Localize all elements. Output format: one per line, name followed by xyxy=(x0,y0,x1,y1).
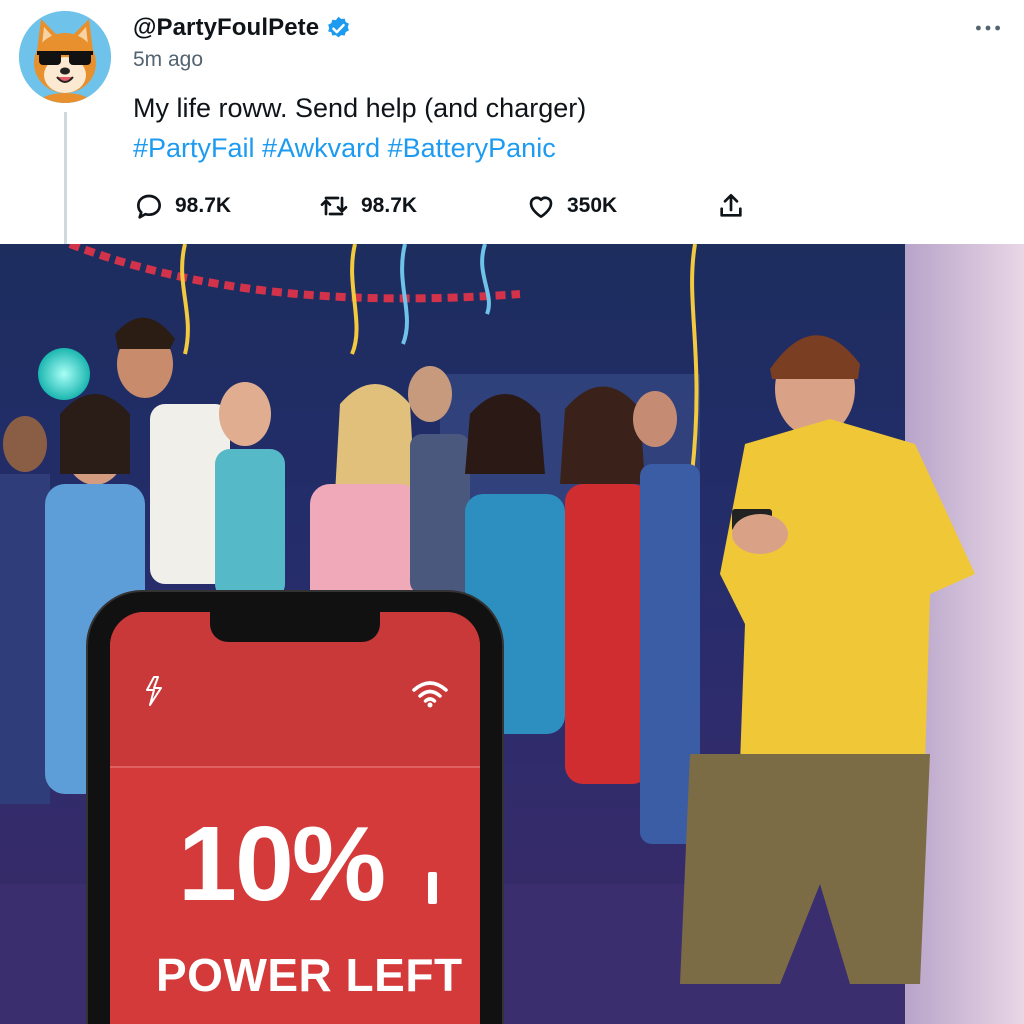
retweet-button[interactable]: 98.7K xyxy=(317,188,417,224)
shiba-dog-avatar-icon xyxy=(19,11,111,103)
share-button[interactable] xyxy=(715,188,747,224)
tweet-body: My life roww. Send help (and charger) #P… xyxy=(133,88,586,168)
more-options-button[interactable] xyxy=(972,14,1004,42)
author-row: @PartyFoulPete xyxy=(133,14,352,42)
battery-percentage: 10% xyxy=(178,805,386,923)
like-count: 350K xyxy=(567,194,618,217)
reply-icon xyxy=(137,194,161,219)
attached-photo[interactable]: 10% POWER LEFT xyxy=(0,244,1024,1024)
retweet-count: 98.7K xyxy=(361,194,418,217)
reply-button[interactable]: 98.7K xyxy=(133,188,231,224)
reply-count: 98.7K xyxy=(175,194,232,217)
phone-screen: 10% POWER LEFT xyxy=(110,612,480,1024)
power-left-label: POWER LEFT xyxy=(156,949,463,1001)
lightning-bolt-icon xyxy=(144,676,164,711)
share-icon xyxy=(720,194,742,217)
battery-level-bar xyxy=(428,872,437,904)
retweet-icon xyxy=(320,196,348,216)
tweet-card: @PartyFoulPete 5m ago My life roww. Send… xyxy=(0,0,1024,244)
thread-line xyxy=(64,112,67,244)
like-button[interactable]: 350K xyxy=(525,188,617,224)
avatar[interactable] xyxy=(19,11,111,103)
author-handle[interactable]: @PartyFoulPete xyxy=(133,14,319,42)
tweet-hashtags[interactable]: #PartyFail #Awkvard #BatteryPanic xyxy=(133,128,586,168)
verified-badge-icon xyxy=(325,15,352,42)
more-dots-icon xyxy=(976,25,1000,31)
tweet-text-line: My life roww. Send help (and charger) xyxy=(133,93,587,123)
timestamp[interactable]: 5m ago xyxy=(133,48,203,72)
wifi-icon xyxy=(412,680,448,713)
heart-icon xyxy=(529,196,553,218)
screen-divider xyxy=(110,766,480,768)
phone: 10% POWER LEFT xyxy=(88,592,502,1024)
phone-notch xyxy=(210,612,380,642)
